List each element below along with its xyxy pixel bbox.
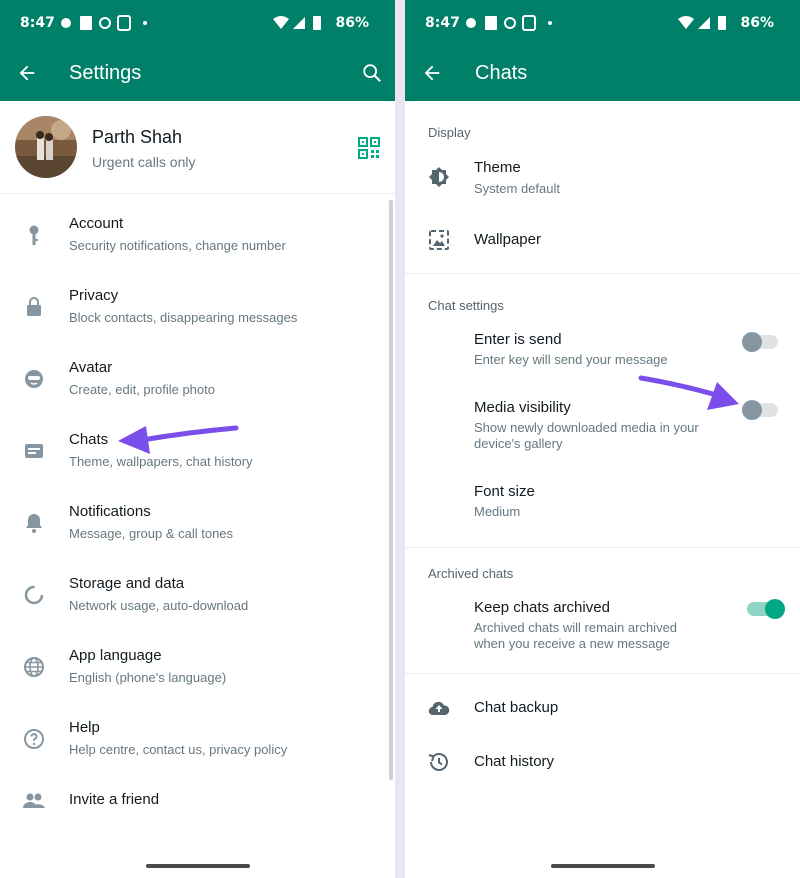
back-arrow-icon[interactable]: [16, 62, 38, 84]
settings-item-invite[interactable]: Invite a friend: [0, 777, 395, 829]
item-subtitle: English (phone's language): [69, 670, 227, 685]
avatar-face-icon: [25, 370, 43, 388]
profile-row[interactable]: Parth Shah Urgent calls only: [0, 101, 395, 193]
settings-item-notifications[interactable]: Notifications Message, group & call tone…: [0, 489, 395, 561]
setting-subtitle: Medium: [474, 504, 521, 519]
setting-subtitle-line1: Show newly downloaded media in your: [474, 420, 699, 435]
item-title: Chats: [69, 431, 109, 448]
setting-title: Chat history: [474, 753, 555, 770]
item-title: Help: [69, 719, 100, 736]
section-archived-chats: Archived chats: [428, 566, 514, 581]
search-icon[interactable]: [361, 62, 383, 84]
setting-title: Wallpaper: [474, 231, 541, 248]
setting-subtitle-line2: device's gallery: [474, 436, 563, 451]
settings-item-storage[interactable]: Storage and data Network usage, auto-dow…: [0, 561, 395, 633]
profile-status: Urgent calls only: [92, 154, 196, 170]
annotation-arrow: [118, 425, 239, 454]
home-indicator[interactable]: [145, 864, 250, 868]
section-chat-settings: Chat settings: [428, 298, 504, 313]
signal-icons: [273, 16, 321, 30]
status-bar: 8:47 86%: [405, 0, 800, 46]
settings-screen: 8:47 86% Settings Parth Shah Urgent call…: [0, 0, 395, 878]
chats-settings-screen: 8:47 86% Chats Display Theme System defa…: [405, 0, 800, 878]
setting-subtitle-line1: Archived chats will remain archived: [474, 620, 678, 635]
settings-item-account[interactable]: Account Security notifications, change n…: [0, 201, 395, 273]
setting-subtitle-line2: when you receive a new message: [474, 636, 670, 651]
settings-item-help[interactable]: Help Help centre, contact us, privacy po…: [0, 705, 395, 777]
people-icon: [23, 793, 45, 808]
item-title: Avatar: [69, 359, 113, 376]
app-bar: Chats: [405, 46, 800, 101]
signal-icons: [678, 16, 726, 30]
item-title: App language: [69, 647, 162, 664]
cloud-upload-icon: [428, 701, 450, 716]
annotation-arrow: [638, 375, 739, 410]
avatar: [15, 116, 77, 178]
setting-keep-chats-archived[interactable]: Keep chats archived Archived chats will …: [405, 591, 800, 671]
battery-text: 86%: [740, 15, 774, 31]
status-time: 8:47: [425, 15, 460, 31]
item-subtitle: Create, edit, profile photo: [69, 382, 215, 397]
setting-font-size[interactable]: Font size Medium: [405, 475, 800, 537]
lock-icon: [27, 297, 41, 316]
item-title: Invite a friend: [69, 791, 160, 808]
gesture-nav-bar: [0, 854, 395, 878]
setting-title: Chat backup: [474, 699, 559, 716]
profile-name: Parth Shah: [92, 127, 183, 147]
item-subtitle: Block contacts, disappearing messages: [69, 310, 298, 325]
setting-chat-backup[interactable]: Chat backup: [405, 681, 800, 735]
settings-item-language[interactable]: App language English (phone's language): [0, 633, 395, 705]
setting-chat-history[interactable]: Chat history: [405, 735, 800, 789]
setting-title: Theme: [474, 159, 521, 176]
storage-ring-icon: [24, 585, 44, 605]
home-indicator[interactable]: [550, 864, 655, 868]
item-title: Storage and data: [69, 575, 185, 592]
qr-code-icon[interactable]: [358, 137, 380, 159]
back-arrow-icon[interactable]: [421, 62, 443, 84]
section-display: Display: [428, 125, 471, 140]
help-icon: [24, 729, 44, 749]
notification-icons: [466, 15, 552, 31]
keep-archived-toggle[interactable]: [747, 599, 785, 619]
item-subtitle: Message, group & call tones: [69, 526, 234, 541]
settings-item-privacy[interactable]: Privacy Block contacts, disappearing mes…: [0, 273, 395, 345]
divider: [405, 273, 800, 274]
chat-icon: [25, 444, 43, 458]
app-bar: Settings: [0, 46, 395, 101]
setting-title: Media visibility: [474, 399, 571, 416]
settings-item-avatar[interactable]: Avatar Create, edit, profile photo: [0, 345, 395, 417]
notification-icons: [61, 15, 147, 31]
setting-subtitle: System default: [474, 181, 560, 196]
globe-icon: [24, 657, 44, 677]
page-title: Settings: [69, 62, 142, 84]
battery-text: 86%: [335, 15, 369, 31]
setting-theme[interactable]: Theme System default: [405, 147, 800, 209]
item-subtitle: Network usage, auto-download: [69, 598, 249, 613]
setting-title: Font size: [474, 483, 535, 500]
divider: [405, 547, 800, 548]
setting-wallpaper[interactable]: Wallpaper: [405, 209, 800, 271]
setting-title: Enter is send: [474, 331, 562, 348]
enter-is-send-toggle[interactable]: [742, 332, 778, 352]
item-title: Account: [69, 215, 124, 232]
status-bar: 8:47 86%: [0, 0, 395, 46]
divider: [405, 673, 800, 674]
item-subtitle: Help centre, contact us, privacy policy: [69, 742, 288, 757]
status-time: 8:47: [20, 15, 55, 31]
bell-icon: [26, 514, 42, 533]
media-visibility-toggle[interactable]: [742, 400, 778, 420]
setting-title: Keep chats archived: [474, 599, 610, 616]
history-icon: [428, 753, 448, 771]
item-subtitle: Security notifications, change number: [69, 238, 286, 253]
scrollbar[interactable]: [389, 200, 393, 780]
key-icon: [29, 225, 39, 245]
divider: [0, 193, 395, 194]
gesture-nav-bar: [405, 854, 800, 878]
wallpaper-icon: [429, 230, 449, 250]
item-title: Notifications: [69, 503, 151, 520]
setting-subtitle: Enter key will send your message: [474, 352, 668, 367]
page-title: Chats: [475, 62, 528, 84]
theme-brightness-icon: [429, 167, 449, 187]
item-title: Privacy: [69, 287, 119, 304]
